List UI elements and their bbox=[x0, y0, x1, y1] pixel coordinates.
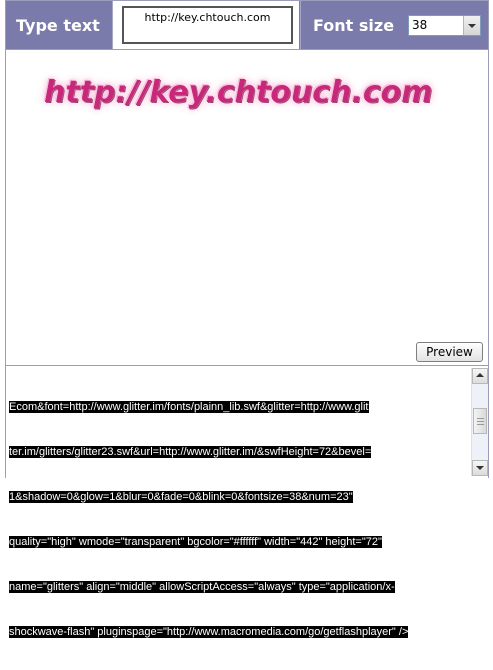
code-line: 1&shadow=0&glow=1&blur=0&fade=0&blink=0&… bbox=[9, 491, 353, 503]
code-line: Ecom&font=http://www.glitter.im/fonts/pl… bbox=[9, 401, 369, 413]
scrollbar-thumb[interactable] bbox=[473, 408, 487, 434]
scroll-up-arrow-icon[interactable] bbox=[472, 368, 488, 384]
embed-code-textarea[interactable]: Ecom&font=http://www.glitter.im/fonts/pl… bbox=[6, 365, 488, 638]
type-text-input[interactable]: http://key.chtouch.com bbox=[122, 6, 293, 44]
text-input-cell: http://key.chtouch.com bbox=[113, 1, 299, 49]
preview-button[interactable]: Preview bbox=[416, 342, 483, 362]
chevron-down-icon[interactable] bbox=[463, 16, 480, 35]
font-size-select[interactable]: 38 bbox=[408, 15, 481, 36]
preview-area: http://key.chtouch.com bbox=[6, 50, 488, 364]
type-text-label: Type text bbox=[16, 16, 100, 35]
font-size-value: 38 bbox=[412, 18, 428, 32]
grip-line bbox=[477, 421, 484, 422]
code-line: shockwave-flash" pluginspage="http://www… bbox=[9, 626, 409, 638]
vertical-scrollbar[interactable] bbox=[471, 368, 488, 476]
scroll-down-arrow-icon[interactable] bbox=[472, 460, 488, 476]
embed-code-text: Ecom&font=http://www.glitter.im/fonts/pl… bbox=[9, 370, 467, 670]
glitter-generator-panel: Type text http://key.chtouch.com Font si… bbox=[5, 0, 489, 638]
glitter-text-preview: http://key.chtouch.com bbox=[44, 75, 433, 110]
code-line: ter.im/glitters/glitter23.swf&url=http:/… bbox=[9, 446, 372, 458]
grip-line bbox=[477, 418, 484, 419]
code-line: name="glitters" align="middle" allowScri… bbox=[9, 581, 395, 593]
code-line: quality="high" wmode="transparent" bgcol… bbox=[9, 536, 382, 548]
font-size-label: Font size bbox=[313, 16, 395, 35]
header-divider bbox=[300, 1, 301, 49]
toolbar-header: Type text http://key.chtouch.com Font si… bbox=[6, 1, 488, 50]
grip-line bbox=[477, 424, 484, 425]
